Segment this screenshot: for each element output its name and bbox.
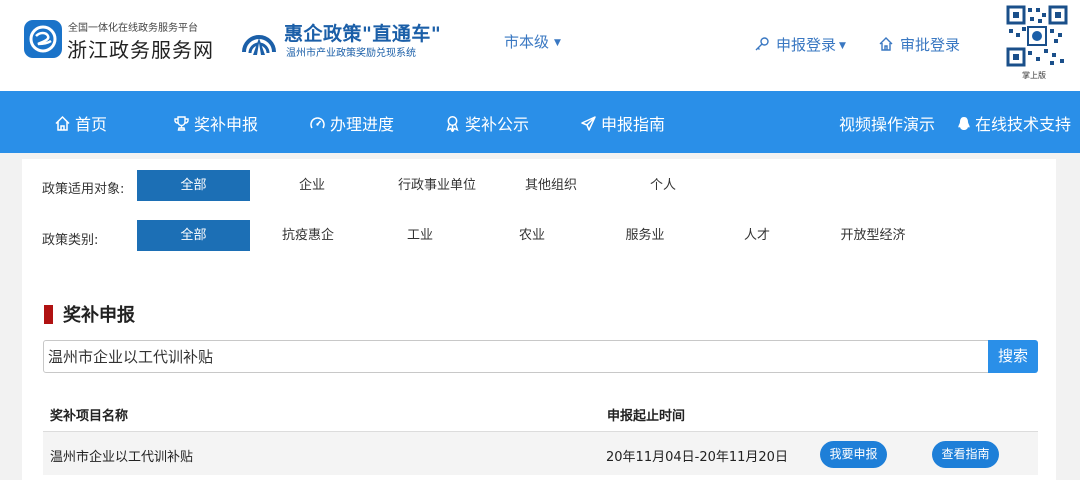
gauge-icon [309, 115, 326, 132]
nav-label: 首页 [75, 115, 108, 134]
nav-label: 办理进度 [330, 115, 395, 134]
zhejiang-gov-logo-icon[interactable] [24, 20, 62, 58]
nav-label: 申报指南 [601, 115, 666, 134]
nav-item-guide[interactable]: 申报指南 [580, 111, 665, 135]
target-option-individual[interactable]: 个人 [628, 170, 698, 201]
table-row: 温州市企业以工代训补贴 20年11月04日-20年11月20日 我要申报 查看指… [43, 431, 1038, 475]
brand-subtitle: 温州市产业政策奖励兑现系统 [286, 48, 416, 59]
nav-item-progress[interactable]: 办理进度 [309, 111, 394, 135]
category-filter-label: 政策类别: [42, 233, 99, 248]
category-option-all[interactable]: 全部 [137, 220, 250, 251]
brand-logo-icon [240, 22, 278, 60]
apply-login-label: 申报登录 [776, 36, 837, 54]
target-option-public-institution[interactable]: 行政事业单位 [382, 170, 492, 201]
qr-code-icon [1006, 5, 1068, 67]
award-icon [444, 115, 461, 134]
online-support-label: 在线技术支持 [975, 115, 1072, 134]
brand-title: 惠企政策"直通车" [284, 23, 442, 45]
apply-login-menu[interactable]: 申报登录 ▼ [754, 34, 846, 55]
nav-item-award-apply[interactable]: 奖补申报 [173, 111, 258, 135]
video-demo-link[interactable]: 视频操作演示 [839, 111, 935, 135]
caret-down-icon: ▼ [554, 38, 561, 48]
section-title: 奖补申报 [63, 305, 135, 326]
key-icon [754, 36, 770, 52]
category-option-covid-relief[interactable]: 抗疫惠企 [268, 220, 348, 251]
target-option-other-org[interactable]: 其他组织 [506, 170, 596, 201]
column-header-project-name: 奖补项目名称 [50, 409, 129, 424]
online-support-link[interactable]: 在线技术支持 [957, 111, 1071, 135]
target-option-enterprise[interactable]: 企业 [272, 170, 352, 201]
home-icon [878, 36, 894, 52]
approve-login-label: 审批登录 [900, 36, 961, 54]
qr-caption: 掌上版 [1022, 71, 1046, 80]
target-option-all[interactable]: 全部 [137, 170, 250, 201]
region-level-select[interactable]: 市本级 ▼ [504, 31, 561, 52]
category-option-talent[interactable]: 人才 [722, 220, 792, 251]
search-input[interactable] [43, 340, 989, 373]
category-option-agriculture[interactable]: 农业 [497, 220, 567, 251]
main-nav: 首页 奖补申报 办理进度 奖补公示 申报指南 视频操作演示 在线技术支持 [0, 91, 1080, 153]
section-marker [44, 305, 53, 324]
project-name-cell[interactable]: 温州市企业以工代训补贴 [50, 446, 193, 465]
trophy-icon [173, 115, 190, 132]
content-panel: 政策适用对象: 全部 企业 行政事业单位 其他组织 个人 政策类别: 全部 抗疫… [22, 159, 1056, 480]
platform-tagline: 全国一体化在线政务服务平台 [68, 23, 198, 34]
apply-button[interactable]: 我要申报 [820, 441, 887, 468]
approve-login-link[interactable]: 审批登录 [878, 34, 960, 55]
nav-item-home[interactable]: 首页 [54, 111, 107, 135]
category-option-services[interactable]: 服务业 [610, 220, 680, 251]
target-filter-label: 政策适用对象: [42, 182, 125, 197]
period-cell: 20年11月04日-20年11月20日 [606, 450, 788, 465]
paper-plane-icon [580, 115, 597, 132]
search-button[interactable]: 搜索 [988, 340, 1038, 373]
nav-label: 奖补公示 [465, 115, 530, 134]
qq-penguin-icon [957, 115, 971, 132]
nav-item-publicity[interactable]: 奖补公示 [444, 111, 529, 135]
category-option-open-economy[interactable]: 开放型经济 [828, 220, 918, 251]
column-header-period: 申报起止时间 [607, 409, 686, 424]
category-option-industry[interactable]: 工业 [385, 220, 455, 251]
home-icon [54, 115, 71, 132]
view-guide-button[interactable]: 查看指南 [932, 441, 999, 468]
nav-label: 奖补申报 [194, 115, 259, 134]
region-level-label: 市本级 [504, 33, 550, 51]
top-header: 全国一体化在线政务服务平台 浙江政务服务网 惠企政策"直通车" 温州市产业政策奖… [0, 0, 1080, 91]
caret-down-icon: ▼ [839, 41, 846, 51]
platform-name[interactable]: 浙江政务服务网 [67, 34, 214, 63]
